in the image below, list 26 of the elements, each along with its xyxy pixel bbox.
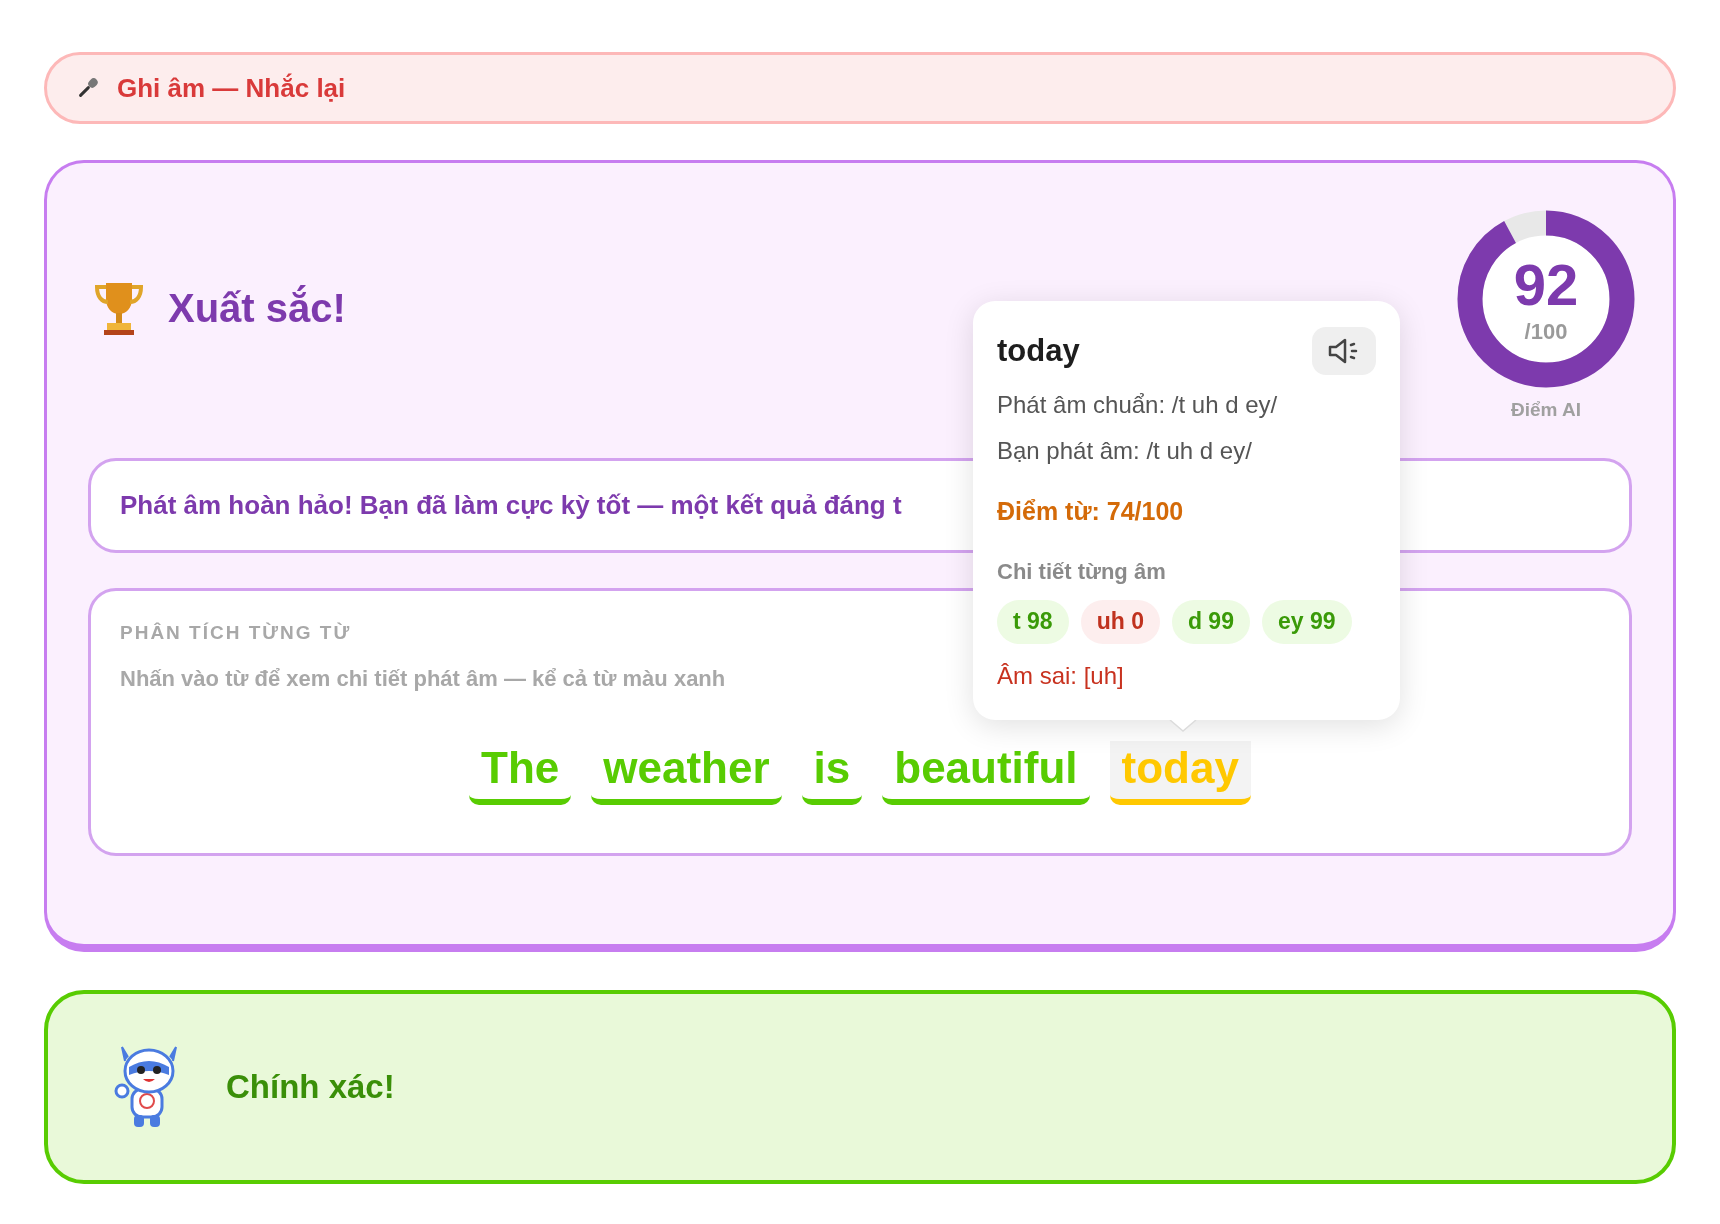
result-title: Xuất sắc! [168, 284, 346, 332]
user-pronunciation: Bạn phát âm: /t uh d ey/ [997, 436, 1253, 466]
popup-word: today [997, 331, 1080, 370]
word-chip[interactable]: The [469, 740, 572, 805]
phoneme-score: ey 99 [1261, 599, 1352, 644]
score-value: 92 [1513, 254, 1579, 315]
word-chip[interactable]: is [801, 740, 863, 805]
speaker-button[interactable] [1312, 327, 1376, 375]
recording-label: Ghi âm — Nhắc lại [117, 71, 346, 105]
word-score: Điểm từ: 74/100 [997, 496, 1185, 527]
word-chip[interactable]: weather [591, 740, 782, 805]
phoneme-score: t 98 [997, 599, 1069, 644]
feedback-text: Phát âm hoàn hảo! Bạn đã làm cực kỳ tốt — một kết quả đáng t [120, 489, 902, 522]
reference-pronunciation: Phát âm chuẩn: /t uh d ey/ [997, 390, 1279, 420]
verdict-text: Chính xác! [226, 1067, 395, 1108]
analysis-heading: PHÂN TÍCH TỪNG TỪ [120, 621, 352, 645]
details-heading: Chi tiết từng âm [997, 557, 1167, 586]
score-label: Điểm AI [1510, 398, 1581, 422]
error-sound: Âm sai: [uh] [997, 660, 1125, 691]
score-max: /100 [1524, 317, 1568, 346]
phoneme-score: d 99 [1171, 599, 1250, 644]
analysis-hint: Nhấn vào từ để xem chi tiết phát âm — kể cả từ màu xanh [120, 664, 726, 693]
recording-bar[interactable]: Ghi âm — Nhắc lại [44, 52, 1676, 124]
word-chip[interactable]: today [1109, 740, 1251, 805]
word-chip[interactable]: beautiful [882, 740, 1090, 805]
phoneme-score: uh 0 [1080, 599, 1160, 644]
